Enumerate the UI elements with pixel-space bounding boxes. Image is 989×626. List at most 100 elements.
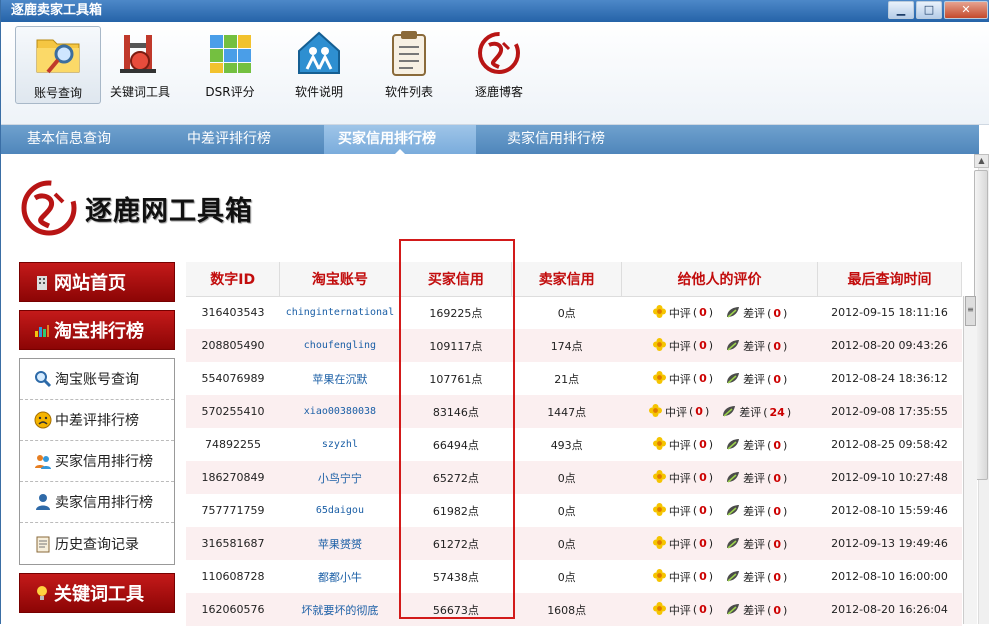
cell-seller-credit: 0点 xyxy=(511,494,622,527)
cell-buyer-credit: 65272点 xyxy=(399,461,512,494)
mid-rating: 中评(0) xyxy=(652,568,713,586)
cell-buyer-credit: 61982点 xyxy=(399,494,512,527)
sidebar-item-negative-ranking[interactable]: 中差评排行榜 xyxy=(20,400,174,441)
cell-last-query-time: 2012-08-10 16:00:00 xyxy=(817,560,962,593)
column-header-ratings-given: 给他人的评价 xyxy=(621,262,819,297)
tab-seller-credit-ranking[interactable]: 卖家信用排行榜 xyxy=(499,125,613,154)
user-icon xyxy=(34,493,52,511)
cell-account-link[interactable]: choufengling xyxy=(279,329,400,362)
cell-ratings-given: 中评(0) 差评(0) xyxy=(621,296,818,329)
bad-rating: 差评(0) xyxy=(725,470,787,487)
maximize-button[interactable]: □ xyxy=(916,1,942,19)
leaf-icon xyxy=(725,536,741,553)
mid-rating: 中评(0) xyxy=(652,436,713,454)
cell-ratings-given: 中评(0) 差评(0) xyxy=(621,329,818,362)
title-bar[interactable]: 逐鹿卖家工具箱 ▁ □ ✕ xyxy=(1,0,989,22)
clipboard-icon xyxy=(385,29,433,77)
cell-account-link[interactable]: chinginternational xyxy=(279,296,400,329)
site-logo: 逐鹿网工具箱 xyxy=(19,178,253,238)
cell-seller-credit: 493点 xyxy=(511,428,622,461)
cell-account-link[interactable]: szyzhl xyxy=(279,428,400,461)
bar-chart-icon xyxy=(35,325,49,337)
logo-title: 逐鹿网工具箱 xyxy=(85,195,253,227)
cell-last-query-time: 2012-08-25 09:58:42 xyxy=(817,428,962,461)
cell-buyer-credit: 61272点 xyxy=(399,527,512,560)
minimize-button[interactable]: ▁ xyxy=(888,1,914,19)
cell-seller-credit: 21点 xyxy=(511,362,622,395)
cell-seller-credit: 174点 xyxy=(511,329,622,362)
cell-ratings-given: 中评(0) 差评(0) xyxy=(621,362,818,395)
toolbar-software-list-button[interactable]: 软件列表 xyxy=(366,26,452,104)
cell-ratings-given: 中评(0) 差评(0) xyxy=(621,527,818,560)
leaf-icon xyxy=(725,371,741,388)
flower-icon xyxy=(652,568,667,586)
flower-icon xyxy=(652,304,667,322)
cell-account-link[interactable]: xiao00380038 xyxy=(279,395,400,428)
cell-buyer-credit: 83146点 xyxy=(399,395,512,428)
mid-rating: 中评(0) xyxy=(652,337,713,355)
flower-icon xyxy=(652,469,667,487)
sidebar-keyword-header[interactable]: 关键词工具 xyxy=(19,573,175,613)
toolbar-label: 逐鹿博客 xyxy=(474,85,523,99)
toolbar-dsr-score-button[interactable]: DSR评分 xyxy=(187,26,273,104)
flower-icon xyxy=(652,337,667,355)
table-scrollbar-thumb[interactable]: ≡ xyxy=(965,296,976,326)
table-row: 316581687 苹果赟赟 61272点 0点 中评(0) 差评(0) 2012-09-1… xyxy=(186,527,962,560)
cell-id: 316581687 xyxy=(186,527,280,560)
column-header-id: 数字ID xyxy=(186,262,281,297)
cell-buyer-credit: 169225点 xyxy=(399,296,512,329)
cell-account-link[interactable]: 苹果赟赟 xyxy=(279,527,400,560)
sidebar-keyword-label: 关键词工具 xyxy=(54,584,144,605)
window-title: 逐鹿卖家工具箱 xyxy=(11,3,103,18)
toolbar-blog-button[interactable]: 逐鹿博客 xyxy=(456,26,542,104)
toolbar-label: 关键词工具 xyxy=(109,85,170,99)
table-row: 110608728 都都小牛 57438点 0点 中评(0) 差评(0) 2012-08-1… xyxy=(186,560,962,593)
flower-icon xyxy=(652,601,667,619)
bad-rating: 差评(0) xyxy=(725,371,787,388)
table-body: 316403543 chinginternational 169225点 0点 中评(0… xyxy=(186,296,962,626)
bad-rating: 差评(0) xyxy=(725,503,787,520)
toolbar-software-guide-button[interactable]: 软件说明 xyxy=(276,26,362,104)
toolbar: 账号查询 关键词工具 DSR评分 软件说明 软件列表 逐鹿博客 xyxy=(1,22,989,125)
seal-logo-icon xyxy=(475,29,523,77)
close-button[interactable]: ✕ xyxy=(944,1,988,19)
toolbar-keyword-tool-button[interactable]: 关键词工具 xyxy=(97,26,183,104)
cell-account-link[interactable]: 小鸟宁宁 xyxy=(279,461,400,494)
bad-rating: 差评(0) xyxy=(725,338,787,355)
tab-buyer-credit-ranking[interactable]: 买家信用排行榜 xyxy=(324,125,476,154)
sidebar-item-buyer-credit-ranking[interactable]: 买家信用排行榜 xyxy=(20,441,174,482)
tab-basic-info[interactable]: 基本信息查询 xyxy=(19,125,119,154)
table-row: 570255410 xiao00380038 83146点 1447点 中评(0) 差评(… xyxy=(186,395,962,428)
cell-last-query-time: 2012-09-10 10:27:48 xyxy=(817,461,962,494)
column-header-account: 淘宝账号 xyxy=(279,262,401,297)
cell-ratings-given: 中评(0) 差评(0) xyxy=(621,593,818,626)
sidebar-item-account-query[interactable]: 淘宝账号查询 xyxy=(20,359,174,400)
cell-account-link[interactable]: 65daigou xyxy=(279,494,400,527)
cell-buyer-credit: 109117点 xyxy=(399,329,512,362)
leaf-icon xyxy=(725,470,741,487)
table-scrollbar[interactable]: ≡ xyxy=(963,296,977,624)
bad-rating: 差评(0) xyxy=(725,437,787,454)
sidebar-home-button[interactable]: 网站首页 xyxy=(19,262,175,302)
sidebar-item-seller-credit-ranking[interactable]: 卖家信用排行榜 xyxy=(20,482,174,523)
sidebar-item-history[interactable]: 历史查询记录 xyxy=(20,523,174,564)
flower-icon xyxy=(648,403,663,421)
cell-account-link[interactable]: 都都小牛 xyxy=(279,560,400,593)
tab-negative-ranking[interactable]: 中差评排行榜 xyxy=(179,125,279,154)
leaf-icon xyxy=(725,602,741,619)
cell-buyer-credit: 66494点 xyxy=(399,428,512,461)
toolbar-account-query-button[interactable]: 账号查询 xyxy=(15,26,101,104)
notepad-icon xyxy=(34,535,52,553)
cell-seller-credit: 1608点 xyxy=(511,593,622,626)
tab-bar: 基本信息查询 中差评排行榜 买家信用排行榜 卖家信用排行榜 xyxy=(1,125,979,154)
cell-seller-credit: 0点 xyxy=(511,560,622,593)
cell-ratings-given: 中评(0) 差评(0) xyxy=(621,494,818,527)
scroll-up-arrow-icon[interactable]: ▲ xyxy=(974,154,989,168)
leaf-icon xyxy=(725,305,741,322)
sidebar-ranking-header[interactable]: 淘宝排行榜 xyxy=(19,310,175,350)
bad-rating: 差评(0) xyxy=(725,569,787,586)
cell-account-link[interactable]: 坏就要坏的彻底 xyxy=(279,593,400,626)
cell-account-link[interactable]: 苹果在沉默 xyxy=(279,362,400,395)
mid-rating: 中评(0) xyxy=(652,469,713,487)
user-group-icon xyxy=(34,452,52,470)
